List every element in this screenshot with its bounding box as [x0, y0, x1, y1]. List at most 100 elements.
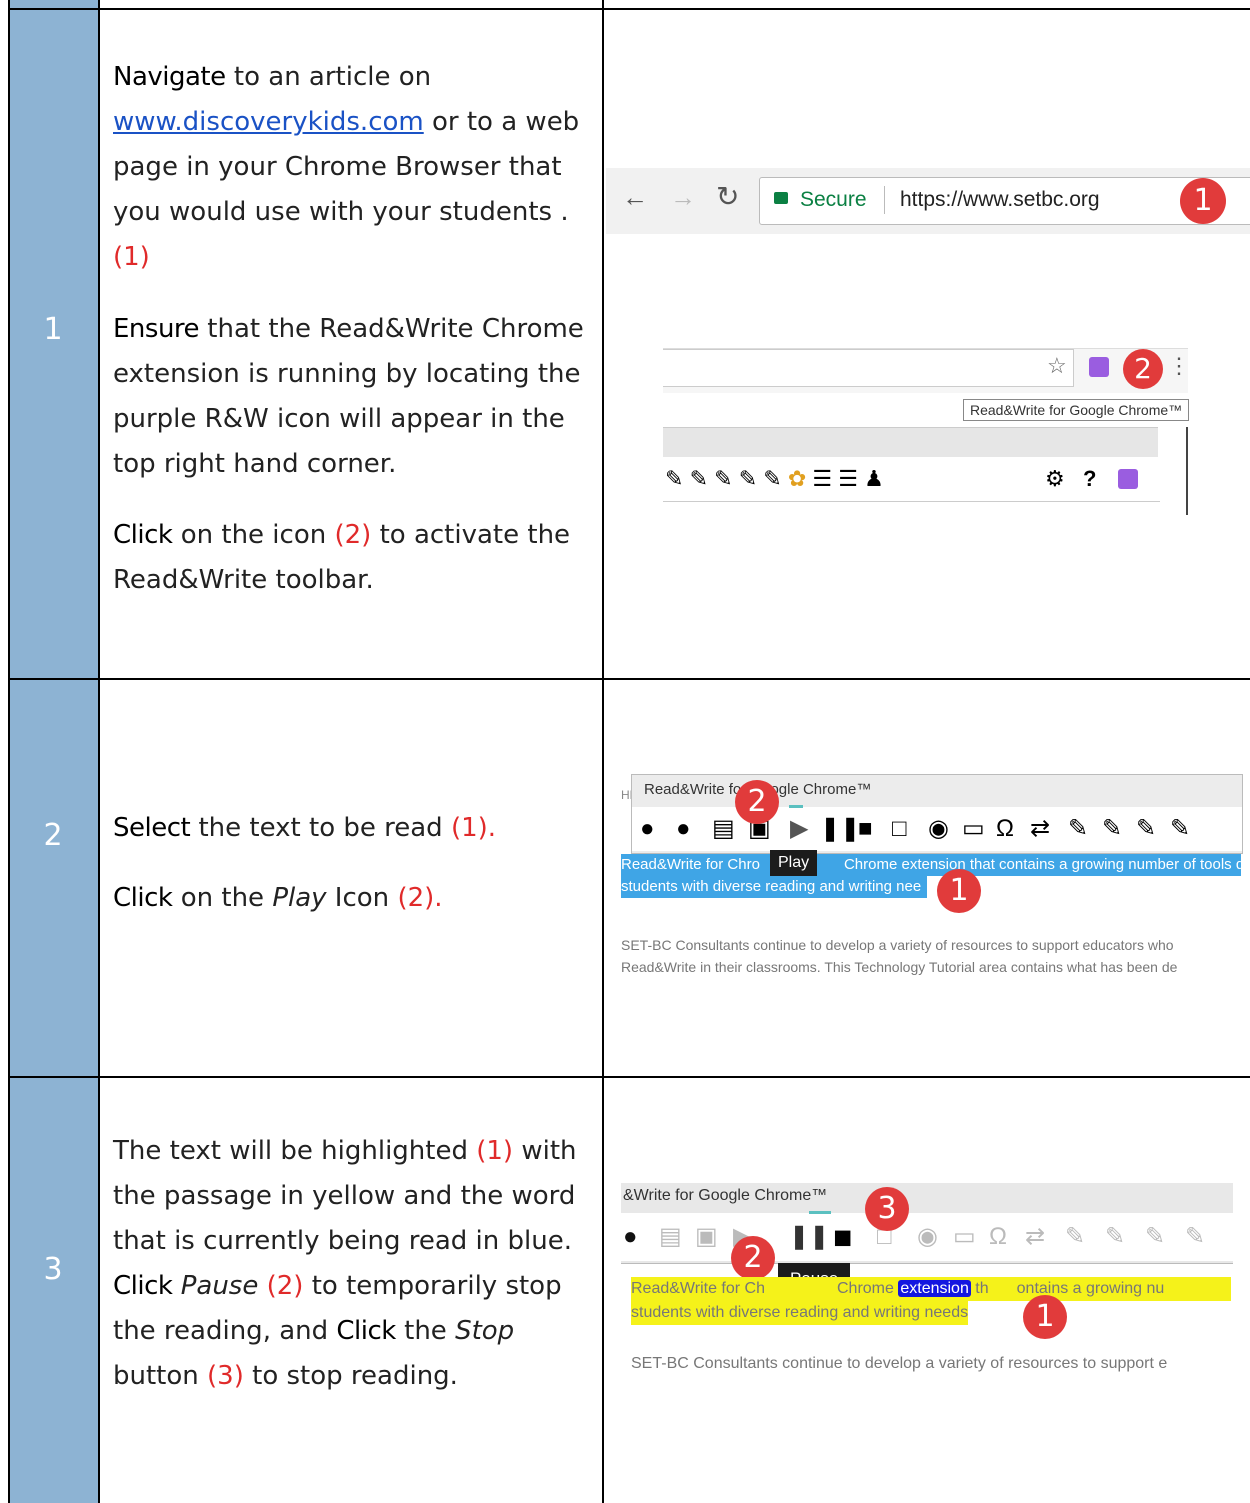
- highlighter-icon: ✎: [1065, 1223, 1086, 1250]
- forward-arrow-icon: →: [670, 182, 696, 212]
- toolbar-grey-bar: [663, 427, 1158, 458]
- discoverykids-link[interactable]: www.discoverykids.com: [113, 107, 424, 137]
- url-text: https://www.setbc.org: [900, 188, 1100, 211]
- step-text-cell: Select the text to be read (1). Click on…: [99, 678, 602, 1077]
- gear-icon: ⚙: [1045, 466, 1065, 491]
- callout-badge: 2: [731, 1236, 775, 1280]
- table-divider-2: [602, 0, 604, 1503]
- book-icon: ▤: [659, 1223, 682, 1250]
- eraser-icon: ✎: [763, 466, 782, 491]
- book-icon: ▤: [712, 815, 735, 842]
- callout-badge: 1: [937, 869, 981, 913]
- keyword: Click: [336, 1316, 396, 1346]
- rw-toolbar-title: &Write for Google Chrome™: [623, 1187, 828, 1204]
- rw-toolbar-icons: ● ▤ ▣ ▶ ❚❚ ■ □ ◉ ▭ Ω ⇄ ✎ ✎ ✎ ✎: [621, 1213, 1233, 1261]
- text: Read&Write for Ch: [631, 1280, 765, 1297]
- extension-tooltip: Read&Write for Google Chrome™: [963, 399, 1190, 421]
- audio-maker-icon: ◉: [928, 815, 949, 842]
- instruction-paragraph: The text will be highlighted (1) with th…: [113, 1129, 593, 1264]
- highlighter-icon: ✎: [714, 466, 733, 491]
- talk-type-icon: Ω: [996, 815, 1014, 842]
- keyword: Select: [113, 813, 191, 843]
- pause-icon: ❚❚: [789, 1223, 830, 1250]
- stop-icon: ■: [833, 1219, 853, 1255]
- menu-dots-icon: ⋮: [1168, 353, 1190, 378]
- rw-extension-icon: [1118, 469, 1138, 489]
- highlighter-icon: ✎: [1136, 815, 1157, 842]
- text: SET-BC Consultants continue to develop a…: [621, 937, 1174, 953]
- callout-badge: 2: [1123, 349, 1163, 389]
- highlighter-icon: ✎: [1185, 1223, 1206, 1250]
- star-icon: ☆: [1047, 353, 1067, 378]
- highlighter-icon: ✎: [665, 466, 684, 491]
- stop-icon: ■: [858, 815, 873, 842]
- picture-dictionary-icon: ▣: [695, 1223, 718, 1250]
- step-number-cell: 2: [8, 678, 98, 1077]
- screenshot-reader-icon: □: [892, 815, 907, 842]
- highlighter-icon: ✎: [1105, 1223, 1126, 1250]
- step-text-cell: Navigate to an article on www.discoveryk…: [99, 0, 602, 678]
- text: The text will be highlighted: [113, 1136, 477, 1166]
- address-bar: Secure https://www.setbc.org: [759, 177, 1250, 225]
- highlighter-icon: ✎: [1102, 815, 1123, 842]
- gray-paragraph: SET-BC Consultants continue to develop a…: [621, 934, 1177, 978]
- screen-mask-icon: ▭: [953, 1223, 976, 1250]
- step-row-2: 2 Select the text to be read (1). Click …: [0, 678, 1250, 1077]
- text: to stop reading.: [243, 1361, 458, 1391]
- text: students with diverse reading and writin…: [631, 1304, 969, 1321]
- help-icon: ?: [1083, 466, 1097, 491]
- table-rule: [8, 678, 1250, 680]
- step-number: 1: [43, 312, 63, 347]
- keyword: Ensure: [113, 314, 200, 344]
- text: on the icon: [172, 520, 335, 550]
- keyword: Navigate: [113, 62, 226, 92]
- selected-text: Read&Write for Chro Chrome extension that…: [621, 854, 1245, 898]
- text: button: [113, 1361, 208, 1391]
- secure-label: Secure: [800, 188, 867, 211]
- text: to an article on: [225, 62, 432, 92]
- reference-number: (3): [207, 1361, 244, 1391]
- reload-icon: ↻: [716, 181, 740, 212]
- rw-extension-icon: [1089, 357, 1109, 377]
- rw-toolbar-icons: ✎ ✎ ✎ ✎ ✎ ✿ ☰ ☰ ♟ ⚙ ?: [663, 457, 1160, 502]
- keyword: Click: [113, 520, 173, 550]
- table-rule: [8, 8, 1250, 10]
- rw-toolbar-window: Read&Write for Google Chrome™ ● ● ▤ ▣ ▶ …: [631, 774, 1243, 854]
- play-indicator: [789, 805, 803, 808]
- highlighter-icon: ✎: [1068, 815, 1089, 842]
- browser-toolbar-screenshot: ← → ↻ Secure https://www.setbc.org 1: [606, 168, 1250, 234]
- text: Chrome extension that contains a growing…: [843, 856, 1245, 873]
- text: th: [975, 1280, 989, 1297]
- highlighter-icon: ✎: [738, 466, 758, 491]
- screen-mask-icon: ▭: [962, 815, 985, 842]
- keyword: Click: [113, 1271, 173, 1301]
- list-icon: ☰: [812, 466, 833, 491]
- collect-icon: ✿: [787, 466, 807, 491]
- audio-maker-icon: ◉: [917, 1223, 938, 1250]
- emphasis: Pause: [180, 1271, 259, 1301]
- screenshot-cell: ← → ↻ Secure https://www.setbc.org 1 ☆ 2…: [603, 0, 1250, 678]
- current-word: extension: [898, 1280, 971, 1297]
- keyword: Click: [113, 883, 173, 913]
- instruction-paragraph: Ensure that the Read&Write Chrome extens…: [113, 307, 593, 487]
- text: the: [395, 1316, 456, 1346]
- sort-icon: ☰: [838, 466, 858, 491]
- window-edge: [1186, 427, 1188, 515]
- dictionary-icon: ●: [676, 815, 691, 842]
- back-arrow-icon: ←: [622, 182, 648, 212]
- callout-badge: 1: [1180, 178, 1226, 224]
- highlighter-icon: ✎: [689, 466, 708, 491]
- text: students with diverse reading and writin…: [621, 878, 922, 895]
- instruction-table: 1 Navigate to an article on www.discover…: [0, 0, 1250, 1503]
- step-text-cell: The text will be highlighted (1) with th…: [99, 1077, 602, 1503]
- screenshot-cell: &Write for Google Chrome™ ● ▤ ▣ ▶ ❚❚ ■ □…: [603, 1077, 1250, 1503]
- reference-number: (2).: [397, 883, 443, 913]
- instruction-paragraph: Navigate to an article on www.discoveryk…: [113, 55, 593, 280]
- text: Read&Write in their classrooms. This Tec…: [621, 959, 1178, 975]
- reference-number: (1).: [450, 813, 497, 843]
- dictionary-icon: ●: [623, 1223, 638, 1250]
- table-rule: [8, 1076, 1250, 1078]
- rw-toolbar-icons: ● ● ▤ ▣ ▶ ❚❚ ■ □ ◉ ▭ Ω ⇄ ✎ ✎ ✎ ✎: [632, 807, 1242, 851]
- text: Icon: [326, 883, 398, 913]
- talk-type-icon: Ω: [989, 1223, 1007, 1250]
